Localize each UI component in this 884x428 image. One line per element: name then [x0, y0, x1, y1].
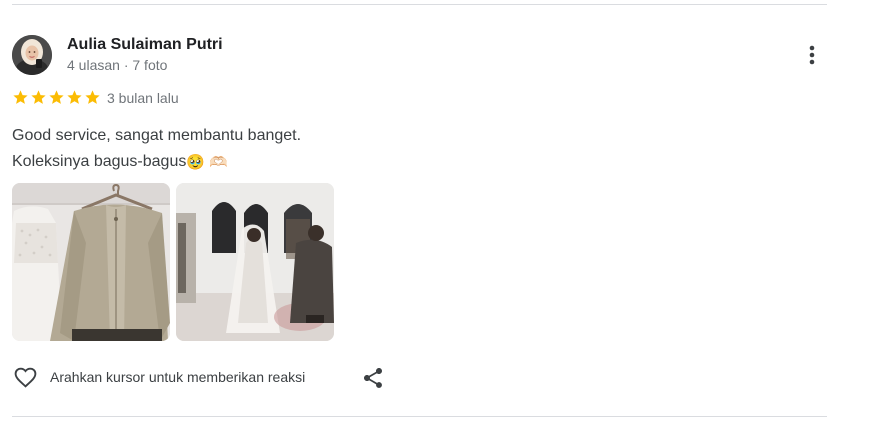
- more-options-button[interactable]: [800, 42, 824, 68]
- share-button[interactable]: [361, 366, 385, 390]
- react-label: Arahkan kursor untuk memberikan reaksi: [50, 369, 306, 385]
- star-icon: [13, 90, 28, 104]
- review-body: Good service, sangat membantu banget. Ko…: [12, 127, 302, 170]
- star-rating: [12, 89, 101, 107]
- bottom-divider: [12, 416, 827, 417]
- photo-bride: [176, 183, 334, 341]
- share-icon: [364, 368, 382, 388]
- photo-jacket: [12, 183, 170, 341]
- star-icon: [31, 90, 46, 104]
- more-vertical-icon: [809, 45, 815, 65]
- review-time: 3 bulan lalu: [107, 90, 179, 106]
- author-name[interactable]: Aulia Sulaiman Putri: [67, 36, 223, 54]
- like-button[interactable]: [12, 365, 39, 390]
- review-photo-1[interactable]: [12, 183, 170, 341]
- review-emojis: 🥹 🫶🏻: [186, 154, 228, 171]
- top-divider: [12, 4, 827, 5]
- star-icon: [49, 90, 64, 104]
- avatar[interactable]: [12, 35, 52, 75]
- heart-outline-icon: [14, 367, 37, 388]
- review-photo-2[interactable]: [176, 183, 334, 341]
- star-icon: [85, 90, 100, 104]
- author-meta: 4 ulasan · 7 foto: [67, 57, 168, 73]
- star-icon: [67, 90, 82, 104]
- review-text: Good service, sangat membantu banget. Ko…: [12, 123, 312, 176]
